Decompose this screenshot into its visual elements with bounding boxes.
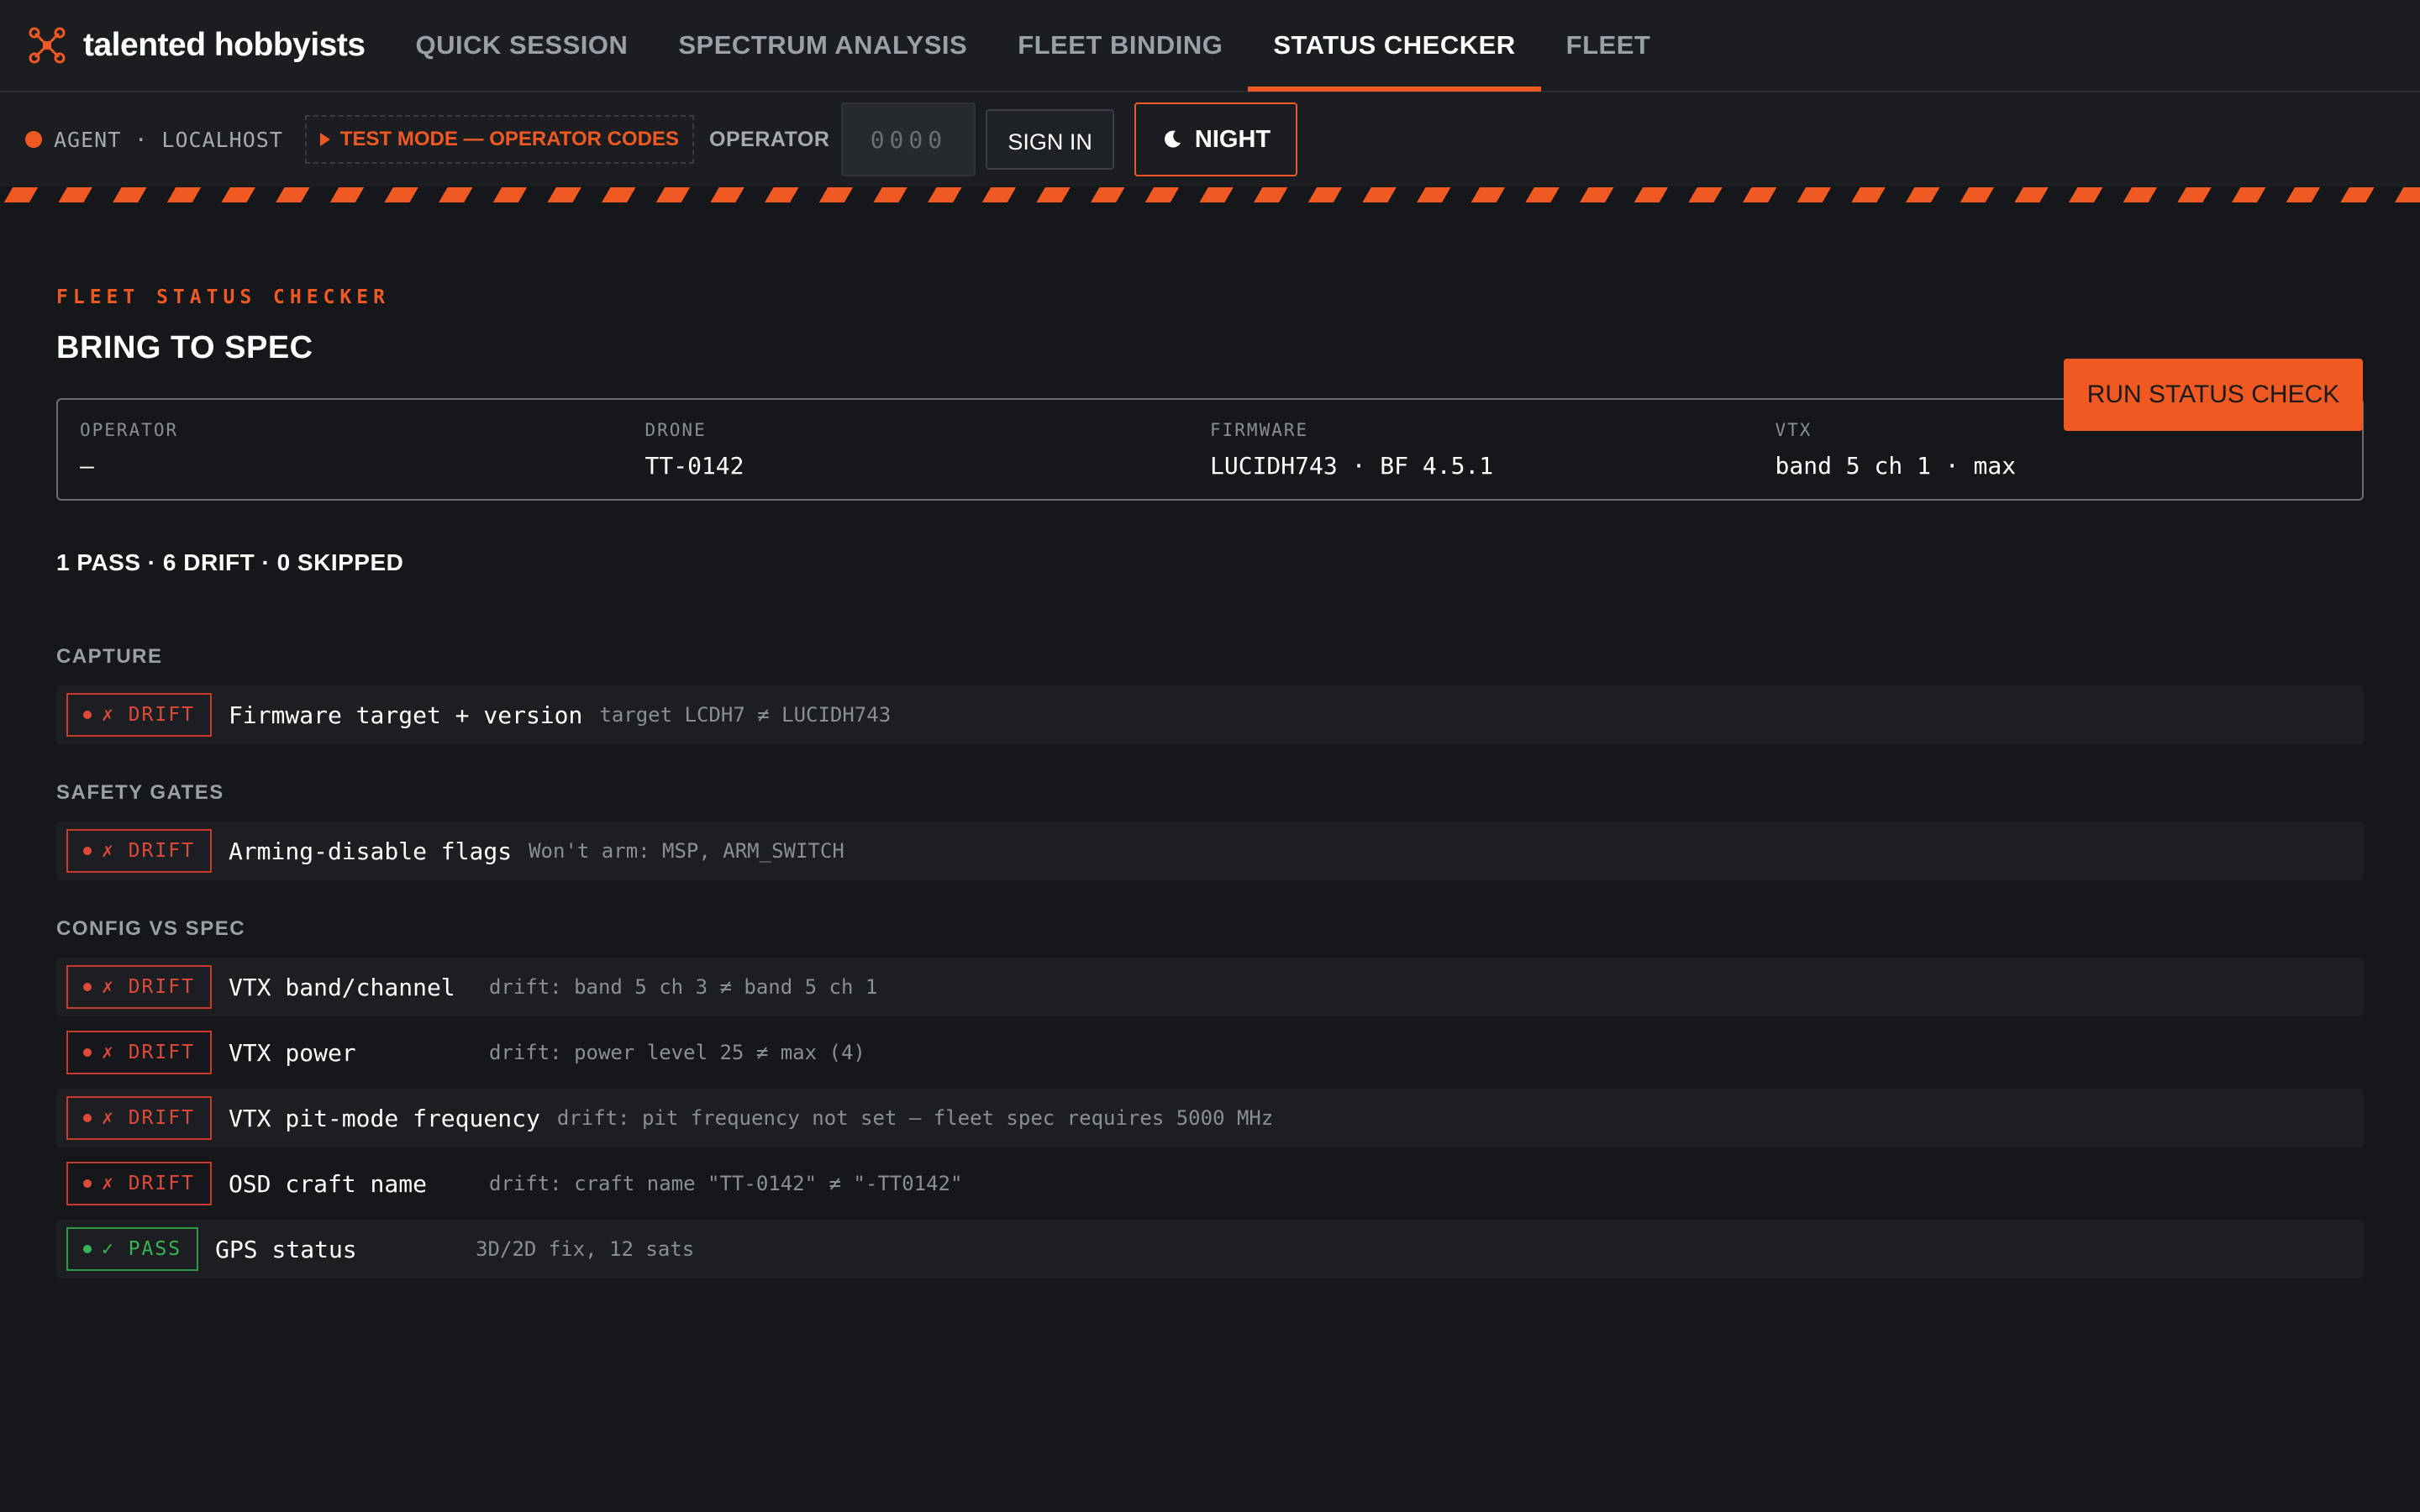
- check-row[interactable]: ✗ DRIFT Firmware target + version target…: [56, 685, 2364, 744]
- drift-badge: ✗ DRIFT: [66, 1162, 212, 1205]
- status-text: ✗ DRIFT: [102, 1173, 195, 1194]
- drift-badge: ✗ DRIFT: [66, 829, 212, 873]
- theme-toggle-button[interactable]: NIGHT: [1134, 102, 1298, 176]
- drift-badge: ✗ DRIFT: [66, 1096, 212, 1140]
- status-text: ✗ DRIFT: [102, 840, 195, 862]
- page-kicker: FLEET STATUS CHECKER: [56, 286, 390, 308]
- info-firmware: FIRMWARE LUCIDH743 · BF 4.5.1: [1210, 420, 1776, 499]
- info-label: OPERATOR: [80, 420, 179, 440]
- check-name: GPS status: [215, 1235, 357, 1263]
- info-value: LUCIDH743 · BF 4.5.1: [1210, 452, 1494, 480]
- status-dot: [83, 1114, 92, 1122]
- info-value: —: [80, 452, 94, 480]
- info-vtx: VTX band 5 ch 1 · max: [1776, 420, 2341, 499]
- main-content: FLEET STATUS CHECKER BRING TO SPEC RUN S…: [0, 286, 2420, 1278]
- check-detail: drift: craft name "TT-0142" ≠ "-TT0142": [488, 1172, 963, 1195]
- top-navigation: talented hobbyists QUICK SESSION SPECTRU…: [0, 0, 2420, 92]
- check-summary: 1 PASS · 6 DRIFT · 0 SKIPPED: [56, 549, 404, 575]
- pass-badge: ✓ PASS: [66, 1227, 199, 1271]
- status-dot: [83, 1048, 92, 1057]
- status-text: ✗ DRIFT: [102, 704, 195, 726]
- tab-fleet-binding[interactable]: FLEET BINDING: [992, 0, 1248, 92]
- status-text: ✗ DRIFT: [102, 976, 195, 998]
- theme-toggle-label: NIGHT: [1194, 125, 1271, 153]
- run-status-check-button[interactable]: RUN STATUS CHECK: [2064, 359, 2363, 431]
- status-text: ✗ DRIFT: [102, 1107, 195, 1129]
- section-safety-gates: SAFETY GATES ✗ DRIFT Arming-disable flag…: [56, 781, 2364, 880]
- drone-info-panel: OPERATOR — DRONE TT-0142 FIRMWARE LUCIDH…: [56, 398, 2364, 501]
- brand-name: talented hobbyists: [83, 27, 366, 63]
- test-mode-label: TEST MODE — OPERATOR CODES: [339, 128, 680, 150]
- section-title: CONFIG VS SPEC: [56, 917, 246, 940]
- tab-spectrum-analysis[interactable]: SPECTRUM ANALYSIS: [653, 0, 992, 92]
- toolbar: AGENT · LOCALHOST TEST MODE — OPERATOR C…: [0, 92, 2420, 186]
- operator-label: OPERATOR: [709, 127, 830, 151]
- test-mode-banner[interactable]: TEST MODE — OPERATOR CODES: [304, 115, 695, 164]
- page-title: BRING TO SPEC: [56, 330, 313, 365]
- status-text: ✗ DRIFT: [102, 1042, 195, 1063]
- check-name: Firmware target + version: [228, 701, 583, 729]
- section-title: SAFETY GATES: [56, 781, 224, 804]
- status-dot: [83, 1245, 92, 1253]
- sign-in-button[interactable]: SIGN IN: [986, 109, 1114, 170]
- check-row[interactable]: ✗ DRIFT VTX power drift: power level 25 …: [56, 1023, 2364, 1082]
- status-dot: [83, 847, 92, 855]
- status-dot: [83, 1179, 92, 1188]
- check-detail: target LCDH7 ≠ LUCIDH743: [599, 703, 892, 727]
- brand[interactable]: talented hobbyists: [28, 26, 366, 65]
- operator-code-input[interactable]: [841, 102, 976, 176]
- section-capture: CAPTURE ✗ DRIFT Firmware target + versio…: [56, 645, 2364, 744]
- check-row[interactable]: ✗ DRIFT OSD craft name drift: craft name…: [56, 1154, 2364, 1213]
- info-value: band 5 ch 1 · max: [1775, 452, 2017, 480]
- check-name: OSD craft name: [228, 1169, 427, 1198]
- moon-icon: [1164, 130, 1181, 148]
- drift-badge: ✗ DRIFT: [66, 1031, 212, 1074]
- check-detail: drift: pit frequency not set — fleet spe…: [556, 1106, 1274, 1130]
- check-row[interactable]: ✗ DRIFT Arming-disable flags Won't arm: …: [56, 822, 2364, 880]
- tab-quick-session[interactable]: QUICK SESSION: [391, 0, 654, 92]
- agent-status: AGENT · LOCALHOST: [25, 128, 283, 152]
- play-icon: [319, 133, 330, 146]
- info-label: FIRMWARE: [1210, 420, 1309, 440]
- tab-fleet[interactable]: FLEET: [1541, 0, 1676, 92]
- check-detail: 3D/2D fix, 12 sats: [476, 1237, 695, 1261]
- drift-badge: ✗ DRIFT: [66, 693, 212, 737]
- status-dot: [83, 711, 92, 719]
- drone-icon: [29, 27, 66, 64]
- check-row[interactable]: ✗ DRIFT VTX band/channel drift: band 5 c…: [56, 958, 2364, 1016]
- info-value: TT-0142: [644, 452, 744, 480]
- info-label: DRONE: [644, 420, 707, 440]
- check-name: VTX power: [228, 1038, 356, 1067]
- info-operator: OPERATOR —: [80, 420, 645, 499]
- check-detail: drift: band 5 ch 3 ≠ band 5 ch 1: [488, 975, 878, 999]
- tab-status-checker[interactable]: STATUS CHECKER: [1248, 0, 1541, 92]
- agent-status-text: AGENT · LOCALHOST: [54, 127, 283, 152]
- section-title: CAPTURE: [56, 645, 163, 668]
- status-dot: [83, 983, 92, 991]
- check-detail: Won't arm: MSP, ARM_SWITCH: [529, 839, 844, 863]
- status-text: ✓ PASS: [102, 1238, 182, 1260]
- drift-badge: ✗ DRIFT: [66, 965, 212, 1009]
- check-name: Arming-disable flags: [228, 837, 513, 865]
- check-name: VTX band/channel: [228, 973, 455, 1001]
- info-drone: DRONE TT-0142: [645, 420, 1211, 499]
- check-detail: drift: power level 25 ≠ max (4): [488, 1041, 865, 1064]
- check-row[interactable]: ✓ PASS GPS status 3D/2D fix, 12 sats: [56, 1220, 2364, 1278]
- section-config-vs-spec: CONFIG VS SPEC ✗ DRIFT VTX band/channel …: [56, 917, 2364, 1278]
- check-name: VTX pit-mode frequency: [228, 1104, 540, 1132]
- hazard-stripe: [0, 187, 2420, 202]
- agent-status-dot: [25, 131, 42, 148]
- check-row[interactable]: ✗ DRIFT VTX pit-mode frequency drift: pi…: [56, 1089, 2364, 1147]
